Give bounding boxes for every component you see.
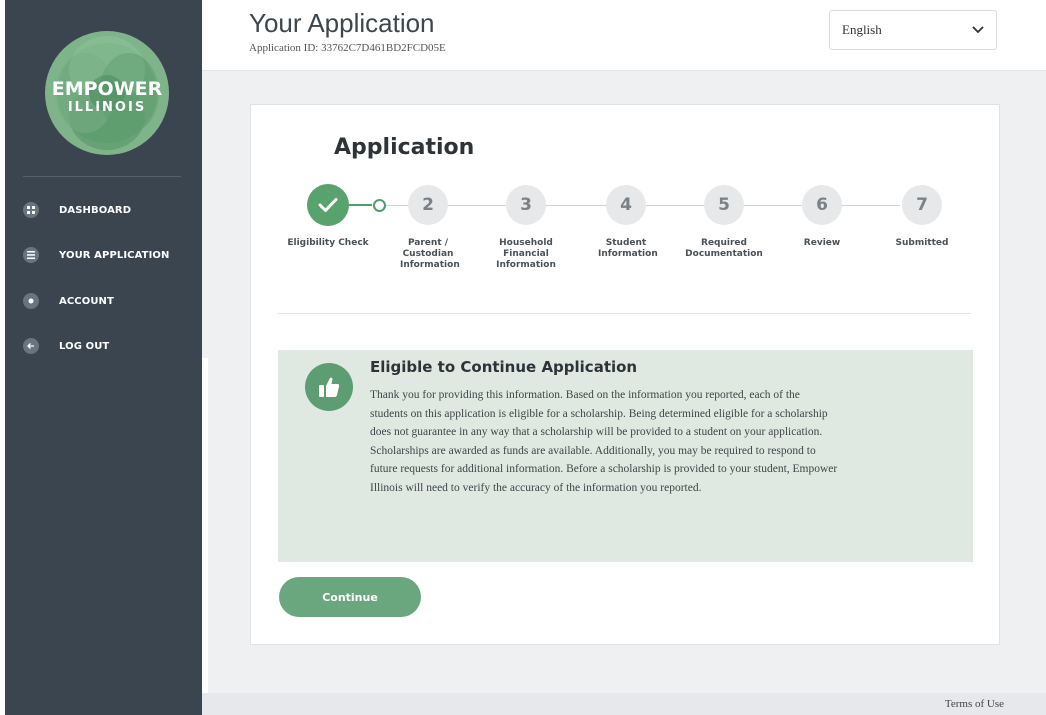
- step-progress-marker: [373, 199, 386, 212]
- step-connector: [448, 205, 506, 206]
- step-4-student-information[interactable]: 4: [606, 185, 646, 225]
- step-connector: [386, 205, 408, 206]
- step-label: Parent / Custodian Information: [400, 238, 460, 270]
- sidebar-divider: [23, 176, 181, 177]
- step-6-review[interactable]: 6: [802, 185, 842, 225]
- header: Your Application Application ID: 33762C7…: [202, 0, 1046, 71]
- sidebar-item-account[interactable]: ACCOUNT: [23, 293, 114, 309]
- language-value: English: [842, 22, 882, 37]
- step-connector: [646, 205, 704, 206]
- sidebar-item-your-application[interactable]: YOUR APPLICATION: [23, 247, 170, 263]
- grid-icon: [23, 202, 39, 218]
- card-title: Application: [334, 135, 475, 160]
- footer: Terms of Use: [202, 693, 1046, 715]
- alert-body: Thank you for providing this information…: [370, 389, 838, 494]
- step-label: Required Documentation: [685, 238, 763, 259]
- list-icon: [23, 247, 39, 263]
- sidebar-item-label: ACCOUNT: [59, 295, 114, 307]
- logo-line2: ILLINOIS: [68, 100, 146, 115]
- card-divider: [278, 313, 971, 314]
- empower-illinois-logo[interactable]: EMPOWER ILLINOIS: [43, 22, 171, 164]
- sidebar-item-label: DASHBOARD: [59, 204, 132, 216]
- step-3-household-financial[interactable]: 3: [506, 185, 546, 225]
- sidebar: EMPOWER ILLINOIS DASHBOARD YOUR APPLICAT…: [5, 0, 202, 715]
- sidebar-item-dashboard[interactable]: DASHBOARD: [23, 202, 131, 218]
- step-label: Review: [803, 238, 841, 248]
- sidebar-item-label: YOUR APPLICATION: [59, 249, 170, 261]
- chevron-down-icon: [972, 26, 984, 34]
- step-label: Eligibility Check: [287, 238, 369, 248]
- step-2-parent-custodian[interactable]: 2: [408, 185, 448, 225]
- step-connector: [744, 205, 802, 206]
- user-icon: [23, 293, 39, 309]
- step-label: Submitted: [895, 238, 949, 248]
- checkmark-icon: [318, 198, 338, 212]
- sidebar-item-label: LOG OUT: [59, 340, 110, 352]
- step-1-eligibility-check[interactable]: [307, 184, 349, 226]
- page-title: Your Application: [249, 8, 435, 38]
- step-connector: [546, 205, 606, 206]
- arrow-left-icon: [23, 338, 39, 354]
- step-label: Student Information: [598, 238, 658, 259]
- terms-of-use-link[interactable]: Terms of Use: [945, 698, 1004, 710]
- thumbs-up-icon: [305, 363, 353, 411]
- step-label: Household Financial Information: [496, 238, 556, 270]
- step-connector: [842, 205, 900, 206]
- sidebar-item-log-out[interactable]: LOG OUT: [23, 338, 109, 354]
- application-id: Application ID: 33762C7D461BD2FCD05E: [249, 42, 446, 54]
- step-5-required-documentation[interactable]: 5: [704, 185, 744, 225]
- step-7-submitted[interactable]: 7: [902, 185, 942, 225]
- logo-line1: EMPOWER: [52, 78, 163, 100]
- step-connector: [348, 204, 372, 206]
- eligibility-alert: Eligible to Continue Application Thank y…: [278, 350, 973, 562]
- sidebar-gap: [202, 358, 208, 715]
- continue-button[interactable]: Continue: [279, 577, 421, 617]
- alert-title: Eligible to Continue Application: [370, 358, 638, 376]
- language-select[interactable]: English: [829, 10, 997, 50]
